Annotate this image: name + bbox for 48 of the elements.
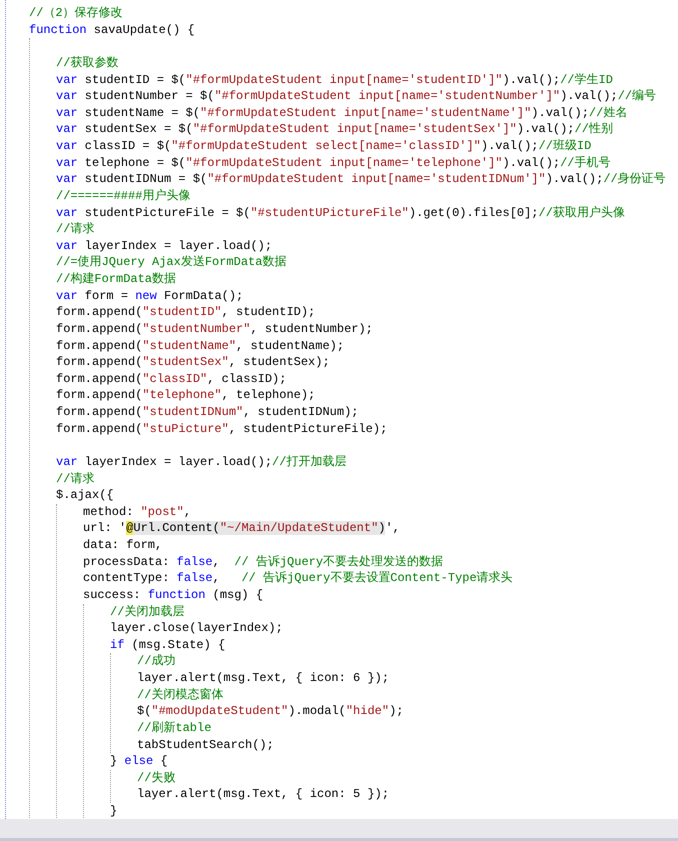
code-line: layer.close(layerIndex); — [110, 620, 283, 637]
code-line: } else { — [110, 753, 168, 770]
code-line: //失败 — [137, 770, 176, 786]
code-line: } — [110, 803, 118, 819]
code-line: form.append("telephone", telephone); — [56, 387, 316, 404]
code-line: form.append("studentName", studentName); — [56, 338, 344, 354]
code-line: var form = new FormData(); — [56, 288, 244, 304]
code-line: form.append("stuPicture", studentPictureFile); — [56, 420, 388, 438]
code-line: var studentSex = $("#formUpdateStudent input[name='studentSex']").val();//性别 — [56, 121, 613, 138]
code-line: url: '@Url.Content("~/Main/UpdateStudent")', — [83, 520, 400, 537]
code-line: //获取参数 — [56, 54, 118, 72]
code-line: var studentNumber = $("#formUpdateStudent input[name='studentNumber']").val();//编号 — [56, 88, 656, 105]
code-line: //构建FormData数据 — [56, 271, 176, 288]
code-line: //=使用JQuery Ajax发送FormData数据 — [56, 254, 286, 271]
code-line: //请求 — [56, 221, 94, 238]
code-line: layer.alert(msg.Text, { icon: 6 }); — [137, 670, 390, 687]
code-line: var layerIndex = layer.load(); — [56, 238, 272, 254]
code-line: form.append("studentSex", studentSex); — [56, 354, 330, 371]
code-line: var layerIndex = layer.load();//打开加载层 — [56, 454, 346, 470]
code-line: var studentName = $("#formUpdateStudent input[name='studentName']").val();//姓名 — [56, 104, 628, 122]
code-line: contentType: false, // 告诉jQuery不要去设置Content-Type请求头 — [83, 570, 513, 587]
code-line: tabStudentSearch(); — [137, 736, 274, 754]
code-line: data: form, — [83, 537, 162, 554]
code-line: var studentPictureFile = $("#studentUPictureFile").get(0).files[0];//获取用户头像 — [56, 204, 625, 222]
code-line: //（2）保存修改 — [29, 5, 123, 22]
code-line: success: function (msg) { — [83, 586, 264, 604]
code-line: layer.alert(msg.Text, { icon: 5 }); — [137, 786, 390, 803]
code-line: form.append("studentNumber", studentNumber); — [56, 320, 373, 338]
code-line: form.append("studentIDNum", studentIDNum); — [56, 404, 358, 421]
code-line: function savaUpdate() { — [29, 22, 195, 38]
code-line: form.append("classID", classID); — [56, 370, 286, 388]
code-line: var studentID = $("#formUpdateStudent input[name='studentID']").val();//学生ID — [56, 72, 613, 88]
code-line: var studentIDNum = $("#formUpdateStudent input[name='studentIDNum']").val();//身份证号 — [56, 171, 666, 188]
code-line: //关闭模态窗体 — [137, 686, 224, 704]
horizontal-scrollbar[interactable] — [0, 819, 678, 841]
code-line: //请求 — [56, 470, 94, 488]
code-line: var telephone = $("#formUpdateStudent input[name='telephone']").val();//手机号 — [56, 154, 611, 172]
code-line: if (msg.State) { — [110, 636, 226, 654]
code-line: var classID = $("#formUpdateStudent select[name='classID']").val();//班级ID — [56, 138, 592, 155]
code-line: //======####用户头像 — [56, 188, 190, 204]
code-line: method: "post", — [83, 504, 192, 520]
code-line: //刷新table — [137, 720, 212, 736]
code-line: //关闭加载层 — [110, 604, 184, 620]
code-line: processData: false, // 告诉jQuery不要去处理发送的数据 — [83, 554, 444, 570]
code-line: $("#modUpdateStudent").modal("hide"); — [137, 703, 404, 720]
code-line: form.append("studentID", studentID); — [56, 304, 316, 321]
code-line: $.ajax({ — [56, 487, 114, 504]
code-line: //成功 — [137, 653, 176, 670]
